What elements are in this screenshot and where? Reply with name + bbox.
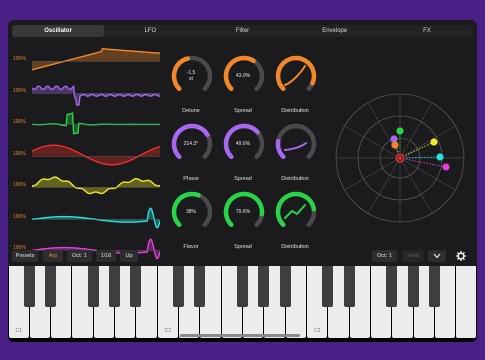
oscillator-row[interactable]: 100%: [8, 109, 163, 139]
knob-dial: [275, 191, 317, 227]
knob-spread[interactable]: 79.6% Spread: [220, 188, 270, 250]
synth-panel: Oscillator LFO Filter Envelope FX 100% 10…: [8, 20, 477, 342]
home-indicator: [180, 334, 300, 337]
waveform-graph: [32, 176, 160, 195]
knob-label: Spread: [234, 108, 252, 114]
black-key[interactable]: [173, 266, 185, 307]
knob-label: Phase: [183, 176, 199, 182]
black-key[interactable]: [386, 266, 398, 307]
knob-value: 38%: [185, 209, 196, 215]
oscillator-row[interactable]: 100%: [8, 204, 163, 234]
oscillator-row[interactable]: 100%: [8, 172, 163, 202]
waveform-graph: [32, 206, 160, 228]
tab-fx[interactable]: FX: [381, 25, 473, 37]
knob-dial: [275, 55, 317, 91]
voice-dot[interactable]: [430, 138, 438, 146]
tab-lfo[interactable]: LFO: [104, 25, 196, 37]
arp-button[interactable]: Arp: [43, 250, 63, 262]
knob-distribution[interactable]: Distribution: [272, 188, 322, 250]
knob-phase[interactable]: 214.3° Phase: [168, 120, 218, 182]
knob-distribution[interactable]: Distribution: [272, 120, 322, 182]
black-key[interactable]: [322, 266, 334, 307]
tab-oscillator[interactable]: Oscillator: [12, 25, 105, 37]
oct-left-button[interactable]: Oct: 1: [67, 250, 92, 262]
voice-dot[interactable]: [391, 141, 399, 149]
keyboard-toolbar: Presets Arp Oct: 1 1/16 Up Oct: 1 Hold: [8, 250, 477, 264]
black-key[interactable]: [109, 266, 121, 307]
knob-value: 49.6%: [235, 141, 251, 147]
voice-dot[interactable]: [390, 135, 398, 143]
black-key[interactable]: [237, 266, 248, 307]
chevron-down-button[interactable]: [428, 250, 446, 262]
black-key[interactable]: [23, 266, 35, 307]
waveform-graph: [32, 112, 160, 135]
key-label: C3: [313, 328, 321, 334]
settings-button[interactable]: [452, 250, 470, 262]
piano-keyboard: C1 C2 C3: [8, 266, 477, 342]
black-key[interactable]: [87, 266, 99, 307]
knob-spread[interactable]: 49.6% Spread: [220, 120, 270, 182]
chevron-down-icon: [433, 253, 441, 259]
black-key[interactable]: [45, 266, 57, 307]
oscillator-level: 100%: [13, 56, 26, 62]
black-key[interactable]: [258, 266, 270, 307]
presets-button[interactable]: Presets: [12, 250, 38, 262]
knob-detune[interactable]: -1.5 st Detune: [168, 52, 218, 114]
black-key[interactable]: [279, 266, 291, 307]
black-key[interactable]: [130, 266, 142, 307]
voice-dot[interactable]: [442, 163, 450, 171]
black-key[interactable]: [194, 266, 206, 307]
oscillator-level: 100%: [13, 182, 26, 188]
waveform-graph: [32, 144, 160, 165]
knob-value: 79.6%: [235, 209, 251, 215]
direction-button[interactable]: Up: [120, 250, 138, 262]
key-label: C2: [164, 328, 172, 334]
black-key[interactable]: [428, 266, 440, 307]
knob-value: 214.3°: [183, 141, 199, 147]
oscillator-level: 100%: [13, 150, 26, 157]
oscillator-level: 100%: [13, 119, 26, 125]
tab-envelope[interactable]: Envelope: [289, 25, 381, 37]
hold-button[interactable]: Hold: [402, 250, 424, 262]
knob-value: -1.5 st: [186, 70, 196, 82]
waveform-graph: [32, 48, 160, 71]
knob-label: Distribution: [281, 176, 309, 182]
knob-spread[interactable]: 43.0% Spread: [220, 52, 270, 114]
tab-bar: Oscillator LFO Filter Envelope FX: [12, 25, 473, 37]
black-key[interactable]: [343, 266, 355, 307]
oscillator-level: 100%: [13, 213, 26, 220]
knob-label: Detune: [182, 108, 200, 114]
gear-icon: [455, 250, 467, 262]
oct-right-button[interactable]: Oct: 1: [372, 250, 397, 262]
rate-button[interactable]: 1/16: [96, 250, 116, 262]
oscillator-row[interactable]: 100%: [8, 78, 163, 108]
tab-filter[interactable]: Filter: [196, 25, 288, 37]
white-key[interactable]: [456, 266, 477, 338]
black-key[interactable]: [407, 266, 419, 307]
oscillator-row[interactable]: 100%: [8, 141, 163, 171]
stereo-radar[interactable]: [334, 92, 466, 224]
voice-dot[interactable]: [396, 127, 404, 135]
knob-value: 43.0%: [235, 73, 251, 79]
knob-dial: [275, 123, 317, 159]
knob-label: Distribution: [281, 108, 309, 114]
knob-flavor[interactable]: 38% Flavor: [168, 188, 218, 250]
oscillator-row[interactable]: 100%: [8, 46, 163, 76]
voice-dot[interactable]: [436, 153, 444, 161]
knob-label: Spread: [234, 176, 252, 182]
waveform-graph: [32, 84, 160, 106]
knob-distribution[interactable]: Distribution: [272, 52, 322, 114]
key-label: C1: [15, 328, 22, 334]
oscillator-level: 100%: [13, 87, 26, 94]
